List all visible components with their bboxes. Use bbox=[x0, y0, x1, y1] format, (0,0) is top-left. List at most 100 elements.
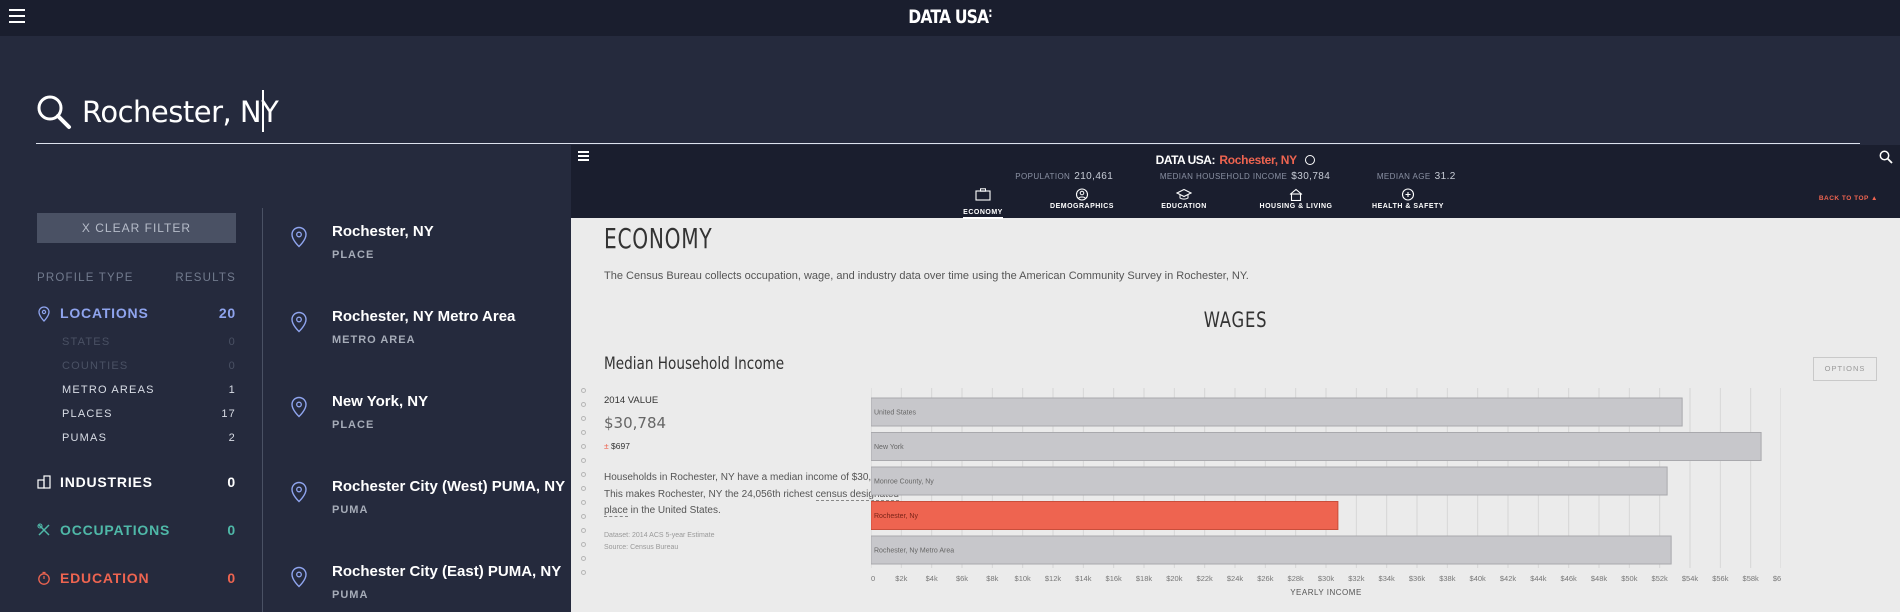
x-tick-label: $28k bbox=[1288, 574, 1305, 583]
sub-count: 17 bbox=[221, 408, 236, 420]
profile-place[interactable]: Rochester, NY bbox=[1219, 153, 1297, 167]
column-divider bbox=[262, 208, 263, 612]
tab-health-safety[interactable]: HEALTH & SAFETY bbox=[1358, 188, 1458, 210]
bar-label: Rochester, Ny Metro Area bbox=[874, 548, 954, 555]
x-tick-label: $48k bbox=[1591, 574, 1608, 583]
chart-bar bbox=[871, 397, 1683, 427]
nav-dot[interactable] bbox=[581, 458, 586, 463]
profile-header: DATA USA: Rochester, NY POPULATION 210,46… bbox=[571, 145, 1900, 219]
search-page: DATA USA: Rochester, NY X CLEAR FILTER P… bbox=[0, 0, 1900, 612]
nav-dot[interactable] bbox=[581, 472, 586, 477]
tab-label: DEMOGRAPHICS bbox=[1050, 203, 1114, 210]
result-title: Rochester, NY Metro Area bbox=[332, 308, 516, 325]
result-type: PUMA bbox=[332, 504, 369, 516]
x-tick-label: $32k bbox=[1348, 574, 1365, 583]
nav-dot[interactable] bbox=[581, 556, 586, 561]
x-tick-label: $2k bbox=[895, 574, 907, 583]
tab-demographics[interactable]: DEMOGRAPHICS bbox=[1032, 188, 1132, 210]
back-to-top-link[interactable]: BACK TO TOP ▲ bbox=[1819, 195, 1878, 202]
tab-label: HEALTH & SAFETY bbox=[1372, 203, 1444, 210]
result-type: PLACE bbox=[332, 419, 375, 431]
x-tick-label: $50k bbox=[1621, 574, 1638, 583]
nav-dot[interactable] bbox=[581, 542, 586, 547]
x-tick-label: $46k bbox=[1561, 574, 1578, 583]
circle-icon[interactable] bbox=[1305, 155, 1316, 165]
x-tick-label: $40k bbox=[1470, 574, 1487, 583]
result-title: Rochester, NY bbox=[332, 223, 434, 240]
x-tick-label: $44k bbox=[1530, 574, 1547, 583]
filter-label: EDUCATION bbox=[60, 570, 150, 586]
search-icon[interactable] bbox=[1879, 150, 1893, 164]
pin-icon bbox=[291, 396, 307, 418]
bar-label: New York bbox=[874, 444, 904, 451]
x-axis-label: YEARLY INCOME bbox=[1290, 588, 1362, 597]
sub-count: 0 bbox=[228, 336, 236, 348]
search-icon bbox=[37, 95, 71, 129]
top-bar: DATA USA: bbox=[0, 0, 1900, 36]
filter-sub-places[interactable]: PLACES 17 bbox=[62, 408, 236, 420]
tab-label: HOUSING & LIVING bbox=[1259, 203, 1333, 210]
x-tick-label: $36k bbox=[1409, 574, 1426, 583]
profile-type-label: PROFILE TYPE bbox=[37, 272, 134, 284]
filter-sub-metro-areas[interactable]: METRO AREAS 1 bbox=[62, 384, 236, 396]
menu-icon[interactable] bbox=[9, 9, 25, 25]
chart-bar bbox=[871, 466, 1668, 496]
pin-icon bbox=[291, 566, 307, 588]
dataset-note: Dataset: 2014 ACS 5-year Estimate bbox=[604, 532, 715, 539]
headline-value: $30,784 bbox=[604, 414, 667, 432]
clear-filter-button[interactable]: X CLEAR FILTER bbox=[37, 213, 236, 243]
profile-preview[interactable]: DATA USA: Rochester, NY POPULATION 210,46… bbox=[571, 145, 1900, 612]
x-tick-label: $38k bbox=[1439, 574, 1456, 583]
pin-icon bbox=[291, 311, 307, 333]
x-tick-label: $20k bbox=[1166, 574, 1183, 583]
pin-icon bbox=[291, 226, 307, 248]
x-tick-label: $6k bbox=[956, 574, 968, 583]
sub-count: 0 bbox=[228, 360, 236, 372]
profile-stats: POPULATION 210,461 MEDIAN HOUSEHOLD INCOM… bbox=[571, 171, 1900, 182]
value-year-label: 2014 VALUE bbox=[604, 395, 659, 406]
filter-label: INDUSTRIES bbox=[60, 474, 153, 490]
x-tick-label: $60k bbox=[1773, 574, 1781, 583]
nav-dot[interactable] bbox=[581, 528, 586, 533]
filter-count: 0 bbox=[227, 522, 236, 538]
x-tick-label: $26k bbox=[1257, 574, 1274, 583]
search-input[interactable]: Rochester, NY bbox=[82, 95, 279, 129]
nav-dot[interactable] bbox=[581, 514, 586, 519]
x-tick-label: $24k bbox=[1227, 574, 1244, 583]
site-logo[interactable]: DATA USA: bbox=[171, 6, 1729, 28]
timer-icon bbox=[38, 571, 50, 585]
value-change: ± $697 bbox=[604, 441, 630, 451]
filter-sub-pumas[interactable]: PUMAS 2 bbox=[62, 432, 236, 444]
nav-dot[interactable] bbox=[581, 388, 586, 393]
stat-label: MEDIAN AGE bbox=[1376, 172, 1431, 181]
nav-dot[interactable] bbox=[581, 416, 586, 421]
tab-education[interactable]: EDUCATION bbox=[1134, 188, 1234, 210]
stat-value: 31.2 bbox=[1434, 171, 1456, 182]
tab-label: EDUCATION bbox=[1161, 203, 1207, 210]
nav-dot[interactable] bbox=[581, 444, 586, 449]
sub-label: COUNTIES bbox=[62, 360, 129, 372]
graduation-cap-icon bbox=[1176, 188, 1192, 200]
nav-dot[interactable] bbox=[581, 500, 586, 505]
x-tick-label: $56k bbox=[1712, 574, 1729, 583]
search-bar[interactable]: Rochester, NY bbox=[36, 60, 1860, 144]
results-label: RESULTS bbox=[175, 272, 236, 284]
x-tick-label: $52k bbox=[1652, 574, 1669, 583]
nav-dot[interactable] bbox=[581, 430, 586, 435]
bar-label: Monroe County, Ny bbox=[874, 479, 934, 486]
nav-dot[interactable] bbox=[581, 570, 586, 575]
section-description: The Census Bureau collects occupation, w… bbox=[604, 270, 1249, 282]
x-tick-label: $54k bbox=[1682, 574, 1699, 583]
x-tick-label: $42k bbox=[1500, 574, 1517, 583]
tab-economy[interactable]: ECONOMY bbox=[933, 188, 1033, 219]
x-tick-label: $0 bbox=[871, 574, 875, 583]
subsection-title: WAGES bbox=[1203, 308, 1268, 332]
filter-count: 0 bbox=[227, 570, 236, 586]
tab-housing-living[interactable]: HOUSING & LIVING bbox=[1246, 188, 1346, 210]
options-button[interactable]: OPTIONS bbox=[1813, 357, 1877, 381]
filter-label: OCCUPATIONS bbox=[60, 522, 171, 538]
nav-dot[interactable] bbox=[581, 486, 586, 491]
house-icon bbox=[1289, 188, 1303, 201]
x-tick-label: $22k bbox=[1197, 574, 1214, 583]
nav-dot[interactable] bbox=[581, 402, 586, 407]
